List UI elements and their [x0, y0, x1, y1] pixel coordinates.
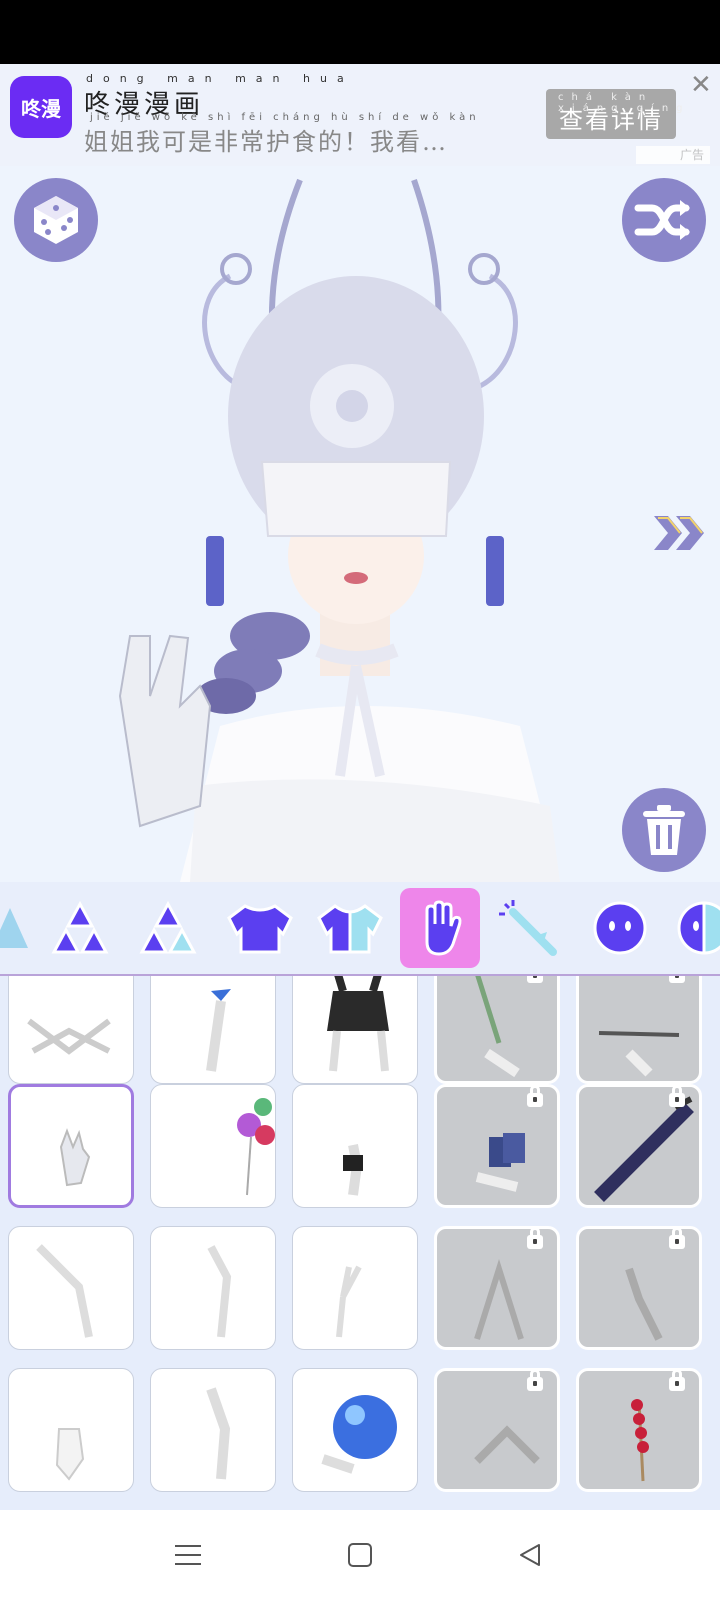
tab-hands[interactable]: [400, 888, 480, 968]
item-tile-balloons[interactable]: [150, 1084, 276, 1208]
back-icon: [520, 1544, 540, 1566]
item-preview: [36, 1244, 93, 1338]
lock-icon: [527, 976, 543, 983]
item-tile-pointing-up[interactable]: [150, 1368, 276, 1492]
home-button[interactable]: [340, 1538, 380, 1572]
item-tile-crossed-arms[interactable]: [8, 976, 134, 1084]
shuffle-button[interactable]: [622, 178, 706, 262]
item-preview: [598, 1031, 680, 1077]
shuffle-icon: [634, 200, 690, 240]
item-tile-butterfly-hand[interactable]: [150, 976, 276, 1084]
sweater-half-icon: [317, 904, 383, 954]
item-tile-folded-hands[interactable]: [434, 1368, 560, 1492]
item-tile-clasped[interactable]: [576, 1226, 702, 1350]
ad-close-icon[interactable]: ✕: [690, 70, 712, 100]
tab-tops-half[interactable]: [310, 888, 390, 968]
tab-faces-half[interactable]: [664, 888, 720, 968]
item-preview: [55, 1428, 85, 1481]
sweater-icon: [227, 904, 293, 954]
item-tile-mask-hands[interactable]: [292, 976, 418, 1084]
item-preview: [321, 1395, 397, 1474]
menu-icon: [175, 1545, 201, 1565]
item-tile-glove-wave[interactable]: [8, 1084, 134, 1208]
item-grid: [0, 976, 720, 1510]
item-tile-fist[interactable]: [8, 1368, 134, 1492]
wand-icon: [499, 900, 557, 956]
tab-triangles-half[interactable]: [128, 888, 208, 968]
item-tile-point-hands[interactable]: [150, 1226, 276, 1350]
lock-icon: [669, 976, 685, 983]
ad-app-logo[interactable]: 咚漫: [10, 76, 72, 138]
tab-triangles[interactable]: [40, 888, 120, 968]
menu-button[interactable]: [168, 1538, 208, 1572]
item-tile-dark-hand[interactable]: [292, 1084, 418, 1208]
item-tile-crystal-ball[interactable]: [292, 1368, 418, 1492]
hand-icon: [425, 900, 462, 956]
navigation-bar: [0, 1510, 720, 1600]
trash-icon: [643, 805, 685, 855]
partial-icon: [0, 908, 28, 948]
item-tile-candied-haws[interactable]: [576, 1368, 702, 1492]
item-tile-v-sign[interactable]: [292, 1226, 418, 1350]
tab-wands[interactable]: [490, 888, 570, 968]
item-preview: [327, 976, 389, 1072]
lock-icon: [669, 1229, 685, 1249]
delete-button[interactable]: [622, 788, 706, 872]
item-tile-cards[interactable]: [434, 1084, 560, 1208]
item-preview: [206, 1387, 231, 1480]
item-preview: [59, 1128, 91, 1187]
item-preview: [475, 976, 520, 1078]
face-half-icon: [677, 901, 720, 955]
lock-icon: [527, 1229, 543, 1249]
lock-icon: [527, 1087, 543, 1107]
item-preview: [336, 1265, 362, 1338]
triangles-half-icon: [139, 900, 197, 954]
item-preview: [343, 1144, 363, 1196]
next-page-button[interactable]: [652, 512, 710, 558]
lock-icon: [527, 1371, 543, 1391]
back-button[interactable]: [510, 1538, 550, 1572]
item-preview: [237, 1098, 275, 1196]
lock-icon: [669, 1087, 685, 1107]
status-bar: [0, 0, 720, 64]
lock-icon: [669, 1371, 685, 1391]
item-preview: [27, 1018, 111, 1055]
item-tile-brush-hand[interactable]: [576, 976, 702, 1084]
home-icon: [348, 1543, 372, 1567]
ad-description[interactable]: 姐姐我可是非常护食的！我看…: [84, 122, 448, 157]
triangles-icon: [51, 900, 109, 954]
item-tile-peace-arms[interactable]: [8, 1226, 134, 1350]
ad-banner[interactable]: 咚漫 dong man man hua 咚漫漫画 jiě jiě wǒ kě s…: [0, 64, 720, 166]
face-icon: [593, 901, 647, 955]
item-preview: [207, 1245, 232, 1338]
category-tab-bar: [0, 882, 720, 976]
character-canvas: [0, 166, 720, 882]
item-preview: [206, 989, 231, 1072]
tab-faces[interactable]: [580, 888, 660, 968]
random-dice-button[interactable]: [14, 178, 98, 262]
ad-tag: 广告: [636, 146, 710, 164]
dice-icon: [34, 196, 78, 244]
item-tile-prayer[interactable]: [434, 1226, 560, 1350]
item-tile-guitar[interactable]: [576, 1084, 702, 1208]
character-illustration: [118, 178, 560, 882]
tab-partial-item[interactable]: [0, 888, 40, 968]
item-tile-feather-hand[interactable]: [434, 976, 560, 1084]
tab-tops[interactable]: [220, 888, 300, 968]
double-chevron-right-icon: [654, 516, 704, 550]
